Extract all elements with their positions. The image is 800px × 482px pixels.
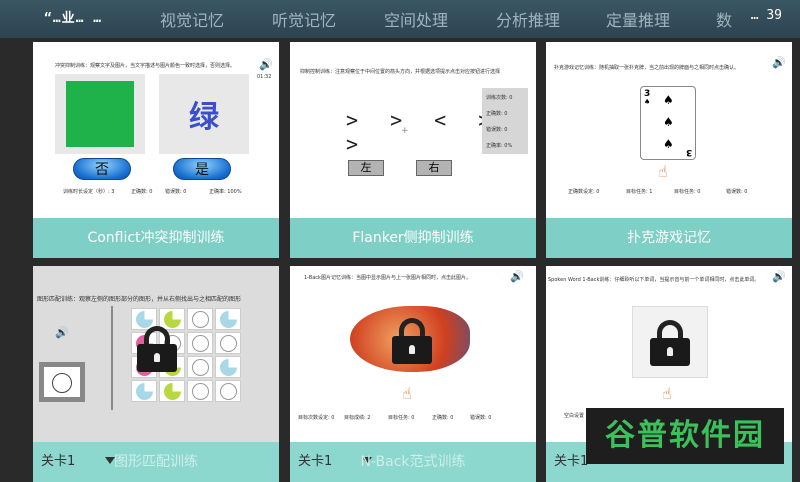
card-title[interactable]: N-Back范式训练: [290, 442, 536, 482]
instruction-text: 1-Back图片记忆训练：当图中显示图片与上一张图片相同时，点击此图片。: [304, 275, 471, 281]
fixation-cross: +: [401, 126, 409, 136]
card-footer: 关卡1 图形匹配训练: [33, 442, 279, 482]
lock-icon: [392, 318, 432, 364]
stat-accuracy: 正确率: 100%: [209, 189, 242, 195]
shape-cell[interactable]: [187, 332, 213, 354]
stats-panel: 训练次数: 0 正确数: 0 错误数: 0 正确率: 0%: [482, 88, 528, 154]
lock-icon: [650, 320, 690, 366]
color-square-frame: [55, 74, 145, 154]
card-n-back[interactable]: 1-Back图片记忆训练：当图中显示图片与上一张图片相同时，点击此图片。 🔊 ☝…: [290, 266, 536, 482]
card-shape-match[interactable]: 图形匹配训练：观察左侧的图形部分的图形，并从右侧找出与之相匹配的图形 🔊 关卡1…: [33, 266, 279, 482]
tab-visual-memory[interactable]: 视觉记忆: [160, 7, 224, 31]
shape-cell[interactable]: [159, 380, 185, 402]
stat-wrong: 错误数: 0: [726, 189, 748, 195]
stat-trials: 训练次数: 0: [486, 95, 513, 101]
stat-duration: 训练时长设定（秒）: 3: [63, 189, 115, 195]
color-word: 绿: [189, 100, 219, 135]
speaker-icon[interactable]: 🔊: [259, 58, 273, 71]
shape-cell[interactable]: [215, 356, 241, 378]
card-title[interactable]: Conflict冲突抑制训练: [33, 218, 279, 258]
tab-partial[interactable]: 数: [716, 7, 732, 31]
no-button[interactable]: 否: [73, 158, 131, 180]
divider: [111, 306, 113, 410]
instruction-text: Spoken Word 1-Back训练：仔细聆听以下单词，当提示音与前一个单词…: [548, 277, 760, 283]
stat-target: 目标任务: 1: [626, 189, 653, 195]
speaker-icon[interactable]: 🔊: [772, 56, 786, 69]
shape-cell[interactable]: [215, 308, 241, 330]
tab-quantitative-reasoning[interactable]: 定量推理: [606, 7, 670, 31]
stat-wrong: 错误数: 0: [486, 127, 508, 133]
stat-target-score: 目标成绩: 2: [344, 415, 371, 421]
tap-hand-icon: ☝: [658, 162, 668, 181]
tap-hand-icon: ☝: [402, 384, 412, 403]
shape-cell[interactable]: [131, 380, 157, 402]
tab-auditory-memory[interactable]: 听觉记忆: [272, 7, 336, 31]
instruction-text: 抑制控制训练：注意观察位于中间位置的箭头方向，并根据选项提示点击对应按钮进行选择: [300, 69, 501, 75]
stat-wrong: 错误数: 0: [165, 189, 187, 195]
card-title[interactable]: 扑克游戏记忆: [546, 218, 792, 258]
level-selector[interactable]: 关卡1: [554, 442, 588, 482]
partial-stat: 空白设置: [564, 413, 585, 419]
color-square: [66, 81, 134, 147]
stat-target-task: 目标任务: 0: [388, 415, 415, 421]
speaker-icon[interactable]: 🔊: [510, 270, 524, 283]
card-conflict[interactable]: 冲突抑制训练：观察文字及图片，当文字描述与图片颜色一致时选择，否则选择。 🔊 0…: [33, 42, 279, 258]
right-button[interactable]: 右: [416, 160, 452, 176]
stat-accuracy: 正确率: 0%: [486, 143, 513, 149]
shape-cell[interactable]: [215, 332, 241, 354]
tab-spatial-processing[interactable]: 空间处理: [384, 7, 448, 31]
stat-target-2: 目标任务: 0: [674, 189, 701, 195]
stat-setting: 目标次数设定: 0: [298, 415, 335, 421]
shape-cell[interactable]: [187, 356, 213, 378]
timer: 01:32: [257, 74, 272, 80]
pie-shape: [52, 373, 72, 393]
card-rank-bottom: 3: [685, 147, 692, 157]
stat-wrong: 错误数: 0: [470, 415, 492, 421]
spade-icon: ♠: [663, 137, 674, 151]
spade-icon: ♠: [663, 93, 674, 107]
shape-cell[interactable]: [187, 380, 213, 402]
watermark-logo: 谷普软件园: [586, 408, 784, 464]
instruction-text: 冲突抑制训练：观察文字及图片，当文字描述与图片颜色一致时选择，否则选择。: [55, 63, 236, 69]
stat-setting: 正确数设定: 0: [568, 189, 600, 195]
card-flanker[interactable]: 抑制控制训练：注意观察位于中间位置的箭头方向，并根据选项提示点击对应按钮进行选择…: [290, 42, 536, 258]
tab-analytical-reasoning[interactable]: 分析推理: [496, 7, 560, 31]
card-title[interactable]: 图形匹配训练: [33, 442, 279, 482]
instruction-text: 图形匹配训练：观察左侧的图形部分的图形，并从右侧找出与之相匹配的图形: [37, 296, 242, 303]
stat-correct: 正确数: 0: [486, 111, 508, 117]
battery-status: … 39: [750, 8, 782, 23]
card-footer: 关卡1 N-Back范式训练: [290, 442, 536, 482]
spade-icon: ♠: [644, 98, 651, 106]
shape-cell[interactable]: [187, 308, 213, 330]
word-frame: 绿: [159, 74, 249, 154]
instruction-text: 扑克游戏记忆训练：随机抽取一张扑克牌，当之前出现的牌面与之相同时点击确认。: [554, 65, 740, 71]
shape-cell[interactable]: [215, 380, 241, 402]
status-icons: “…业… …: [44, 11, 103, 26]
spade-icon: ♠: [663, 115, 674, 129]
target-shape: [39, 362, 85, 402]
top-navigation-bar: “…业… … 视觉记忆 听觉记忆 空间处理 分析推理 定量推理 数 … 39: [0, 0, 800, 38]
card-poker[interactable]: 扑克游戏记忆训练：随机抽取一张扑克牌，当之前出现的牌面与之相同时点击确认。 🔊 …: [546, 42, 792, 258]
playing-card: 3 ♠ ♠ ♠ ♠ 3: [640, 86, 696, 160]
speaker-icon[interactable]: 🔊: [55, 326, 69, 339]
tap-hand-icon: ☝: [662, 384, 672, 403]
stat-correct: 正确数: 0: [432, 415, 454, 421]
card-title[interactable]: Flanker侧抑制训练: [290, 218, 536, 258]
left-button[interactable]: 左: [348, 160, 384, 176]
speaker-icon[interactable]: 🔊: [772, 270, 786, 283]
yes-button[interactable]: 是: [173, 158, 231, 180]
lock-icon: [137, 326, 177, 372]
stat-correct: 正确数: 0: [131, 189, 153, 195]
